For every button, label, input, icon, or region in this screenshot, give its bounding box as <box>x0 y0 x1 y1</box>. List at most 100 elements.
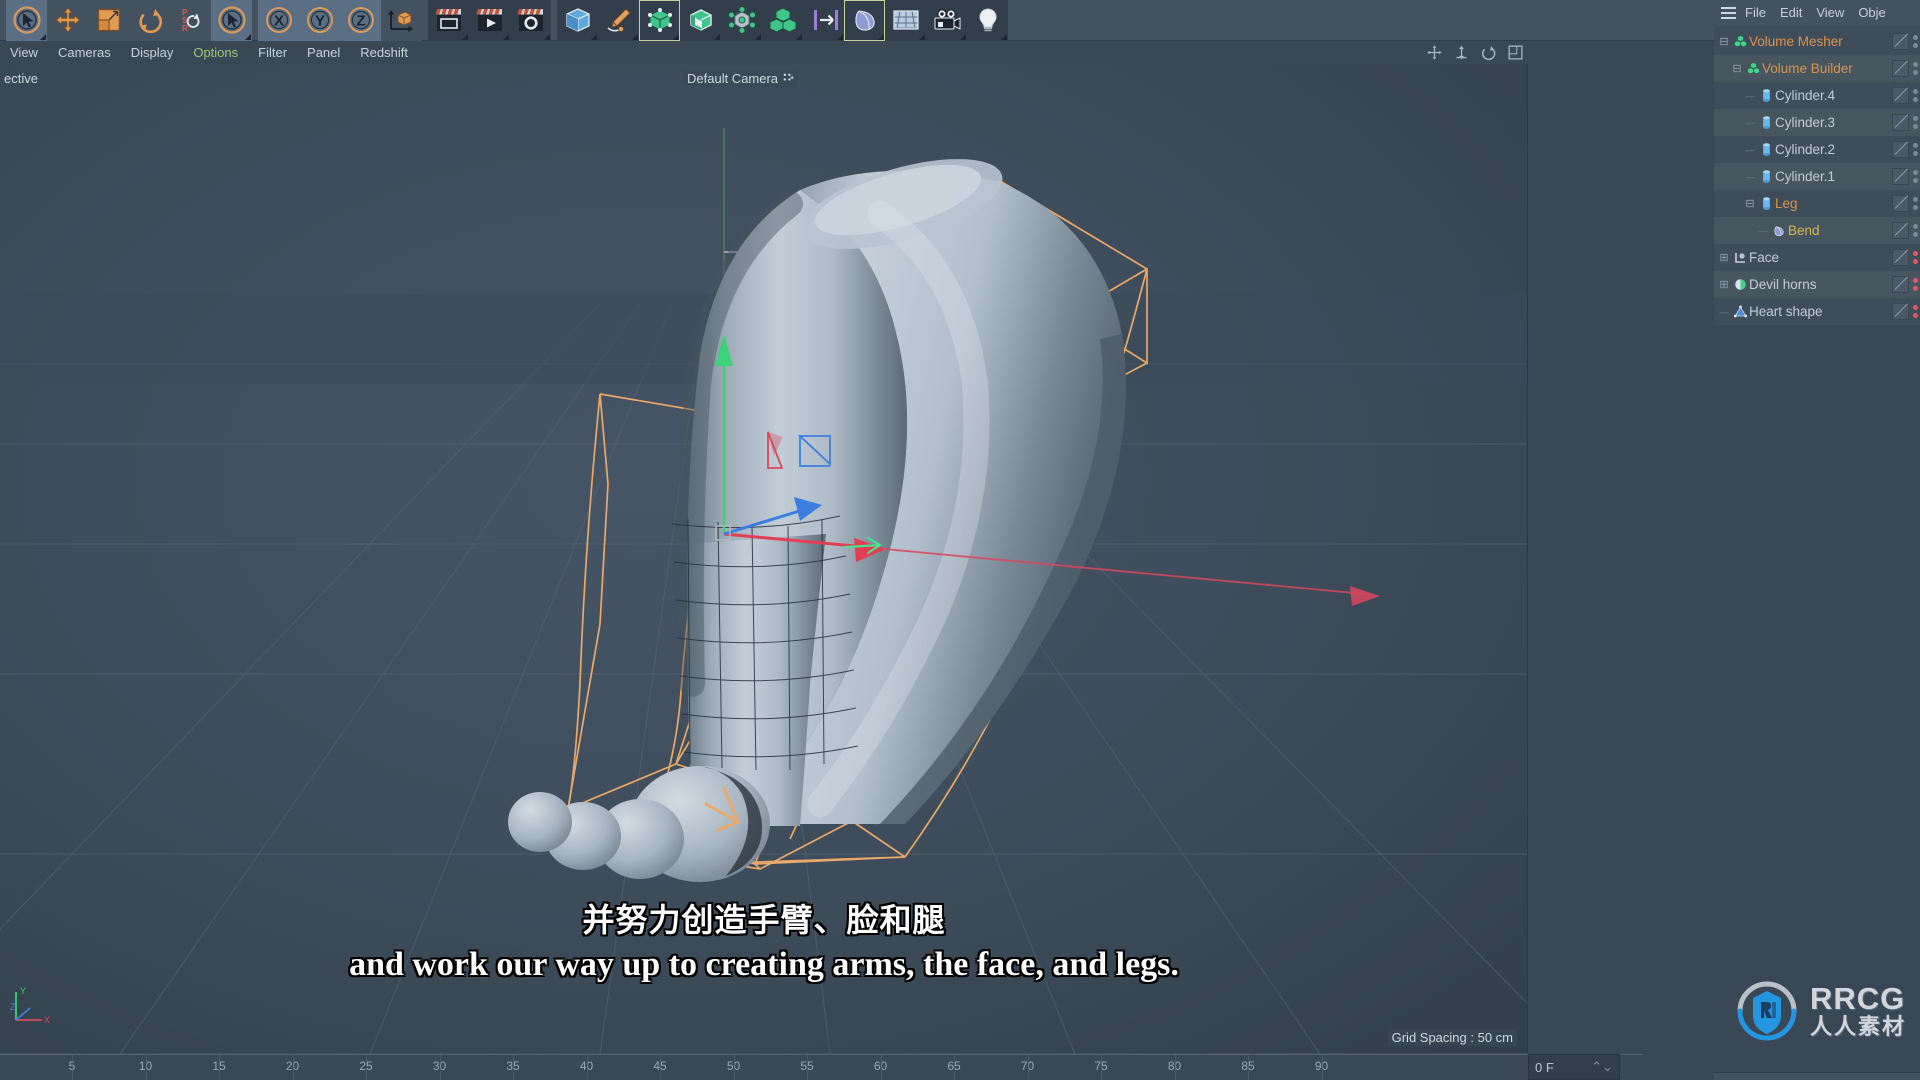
render-view-button[interactable] <box>428 0 469 41</box>
add-spline-pen[interactable] <box>598 0 639 41</box>
axis-z-lock[interactable]: Z <box>340 0 381 41</box>
object-visibility-dots[interactable] <box>1913 224 1918 237</box>
tweak-tool[interactable] <box>211 0 252 41</box>
om-menu-file[interactable]: File <box>1738 0 1773 26</box>
add-bend-deformer[interactable] <box>844 0 885 41</box>
object-row-devil-horns[interactable]: ⊞ Devil horns <box>1714 271 1920 298</box>
tree-twirl-minus-icon[interactable]: ⊟ <box>1743 197 1757 210</box>
render-to-picture-viewer-button[interactable] <box>469 0 510 41</box>
object-disable-slash-icon[interactable] <box>1892 276 1909 293</box>
add-generator-object[interactable] <box>639 0 680 41</box>
object-row-cylinder-3[interactable]: — Cylinder.3 <box>1714 109 1920 136</box>
object-disable-slash-icon[interactable] <box>1892 141 1909 158</box>
timeline-tick-line <box>439 1055 441 1080</box>
add-light-object[interactable] <box>967 0 1008 41</box>
object-disable-slash-icon[interactable] <box>1892 303 1909 320</box>
object-row-cylinder-2[interactable]: — Cylinder.2 <box>1714 136 1920 163</box>
am-menu-mode[interactable]: Mode <box>1738 1073 1783 1080</box>
object-visibility-dots[interactable] <box>1913 143 1918 156</box>
viewport-menu-options[interactable]: Options <box>183 41 248 64</box>
axis-x-lock[interactable]: X <box>258 0 299 41</box>
object-row-volume-mesher[interactable]: ⊟ Volume Mesher <box>1714 28 1920 55</box>
object-disable-slash-icon[interactable] <box>1892 168 1909 185</box>
object-disable-slash-icon[interactable] <box>1892 195 1909 212</box>
add-camera-object[interactable] <box>926 0 967 41</box>
object-manager-tree[interactable]: ⊟ Volume Mesher ⊟ Volume Builder — Cylinder.4… <box>1714 26 1920 325</box>
object-visibility-dots[interactable] <box>1913 170 1918 183</box>
add-cube-object[interactable] <box>557 0 598 41</box>
object-row-leg[interactable]: ⊟ Leg <box>1714 190 1920 217</box>
timeline-ruler[interactable]: 51015202530354045505560657075808590 <box>0 1054 1643 1080</box>
object-disable-slash-icon[interactable] <box>1892 87 1909 104</box>
viewport-projection-label: ective <box>0 70 42 87</box>
watermark-en: RRCG <box>1809 981 1906 1016</box>
object-visibility-dots[interactable] <box>1913 251 1918 264</box>
viewport-menu-panel[interactable]: Panel <box>297 41 350 64</box>
add-environment-object[interactable] <box>885 0 926 41</box>
object-visibility-dots[interactable] <box>1913 278 1918 291</box>
tree-twirl-minus-icon[interactable]: ⊟ <box>1730 62 1744 75</box>
frame-spinner-icon[interactable]: ⌃⌄ <box>1591 1059 1613 1075</box>
tree-twirl-plus-icon[interactable]: ⊞ <box>1717 251 1731 264</box>
add-spline-generator[interactable] <box>680 0 721 41</box>
object-row-tags <box>1892 60 1920 77</box>
axis-y-lock[interactable]: Y <box>299 0 340 41</box>
object-visibility-dots[interactable] <box>1913 116 1918 129</box>
object-row-cylinder-4[interactable]: — Cylinder.4 <box>1714 82 1920 109</box>
scale-tool[interactable] <box>88 0 129 41</box>
tree-branch-icon: — <box>1719 306 1729 317</box>
viewport-menu-cameras[interactable]: Cameras <box>48 41 121 64</box>
add-cloner-object[interactable] <box>762 0 803 41</box>
viewport-menu-redshift[interactable]: Redshift <box>350 41 418 64</box>
live-selection-tool[interactable] <box>6 0 47 41</box>
world-object-coordinates-toggle[interactable] <box>381 0 422 41</box>
object-disable-slash-icon[interactable] <box>1892 33 1909 50</box>
object-row-label: Devil horns <box>1749 277 1817 292</box>
svg-text:X: X <box>273 13 283 30</box>
object-visibility-dots[interactable] <box>1913 197 1918 210</box>
move-view-icon[interactable] <box>1426 44 1443 61</box>
psr-reset-tool[interactable]: P S R <box>170 0 211 41</box>
rrcg-logo-icon <box>1737 981 1797 1041</box>
am-menu-user-data[interactable]: User Data <box>1817 1073 1888 1080</box>
object-row-label: Heart shape <box>1749 304 1823 319</box>
object-row-heart-shape[interactable]: — Heart shape <box>1714 298 1920 325</box>
rotate-view-icon[interactable] <box>1480 44 1497 61</box>
object-row-face[interactable]: ⊞ Face <box>1714 244 1920 271</box>
object-disable-slash-icon[interactable] <box>1892 114 1909 131</box>
tree-twirl-plus-icon[interactable]: ⊞ <box>1717 278 1731 291</box>
viewport-navigation-icons <box>1426 41 1524 64</box>
viewport-menu-view[interactable]: View <box>0 41 48 64</box>
current-frame-field[interactable]: 0 F ⌃⌄ <box>1528 1054 1620 1080</box>
object-visibility-dots[interactable] <box>1913 89 1918 102</box>
tree-twirl-minus-icon[interactable]: ⊟ <box>1717 35 1731 48</box>
viewport-menu-filter[interactable]: Filter <box>248 41 297 64</box>
om-menu-objects[interactable]: Obje <box>1851 0 1892 26</box>
add-mograph-object[interactable] <box>721 0 762 41</box>
om-menu-edit[interactable]: Edit <box>1773 0 1809 26</box>
3d-viewport[interactable]: ective Default Camera Grid Spacing : 50 … <box>0 64 1528 1054</box>
object-row-label: Leg <box>1775 196 1798 211</box>
object-row-cylinder-1[interactable]: — Cylinder.1 <box>1714 163 1920 190</box>
object-row-bend[interactable]: — Bend <box>1714 217 1920 244</box>
object-disable-slash-icon[interactable] <box>1892 222 1909 239</box>
move-tool[interactable] <box>47 0 88 41</box>
am-menu-edit[interactable]: Edit <box>1783 1073 1817 1080</box>
object-disable-slash-icon[interactable] <box>1892 249 1909 266</box>
object-manager-burger-icon[interactable] <box>1714 7 1738 19</box>
render-settings-button[interactable] <box>510 0 551 41</box>
object-row-label: Cylinder.1 <box>1775 169 1836 184</box>
viewport-camera-label[interactable]: Default Camera <box>683 70 799 87</box>
scale-view-icon[interactable] <box>1453 44 1470 61</box>
maximize-view-icon[interactable] <box>1507 44 1524 61</box>
add-deformer-object[interactable] <box>803 0 844 41</box>
viewport-menu-display[interactable]: Display <box>121 41 184 64</box>
om-menu-view[interactable]: View <box>1809 0 1851 26</box>
object-visibility-dots[interactable] <box>1913 305 1918 318</box>
timeline-tick-line <box>1027 1055 1029 1080</box>
object-visibility-dots[interactable] <box>1913 35 1918 48</box>
object-disable-slash-icon[interactable] <box>1892 60 1909 77</box>
object-visibility-dots[interactable] <box>1913 62 1918 75</box>
object-row-volume-builder[interactable]: ⊟ Volume Builder <box>1714 55 1920 82</box>
rotate-tool[interactable] <box>129 0 170 41</box>
